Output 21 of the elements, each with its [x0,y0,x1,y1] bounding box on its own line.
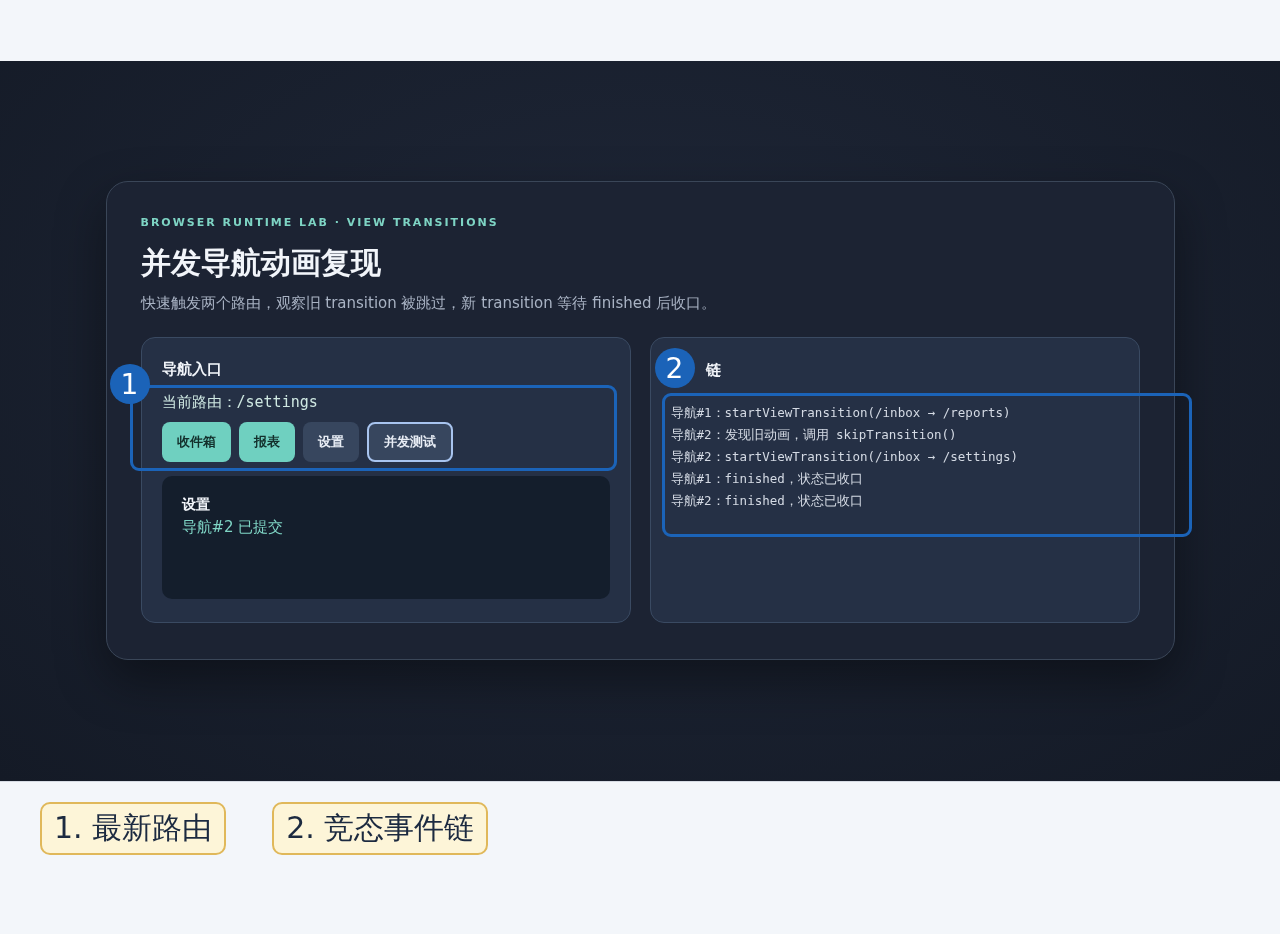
nav-button[interactable]: 报表 [238,422,295,462]
route-value: /settings [236,393,318,411]
panel-title: 导航入口 [161,360,223,379]
nav-button[interactable]: 设置 [302,422,359,462]
annotation-legend: 2. 竞态事件链 [272,802,489,855]
view-title: 设置 [181,496,211,514]
nav-button[interactable]: 并发测试 [366,422,453,462]
log-line: 导航#1：finished，状态已收口 [670,470,864,488]
log-line: 导航#2：finished，状态已收口 [670,492,864,510]
log-line: 导航#2：startViewTransition(/inbox → /settings) [670,448,1020,466]
annotation-number: 1 [109,364,150,404]
eyebrow-label: BROWSER RUNTIME LAB · VIEW TRANSITIONS [140,216,500,229]
route-label: 当前路由： [161,393,237,411]
annotation-legend: 1. 最新路由 [40,802,227,855]
page-title: 并发导航动画复现 [140,244,382,282]
view-status: 导航#2 已提交 [181,518,285,537]
page-subtitle: 快速触发两个路由，观察旧 transition 被跳过，新 transition 等待 finished 后收口。 [140,294,718,313]
panel-title: 链 [705,361,721,380]
log-line: 导航#2：发现旧动画，调用 skipTransition() [670,426,958,444]
log-line: 导航#1：startViewTransition(/inbox → /reports) [670,404,1012,422]
nav-button[interactable]: 收件箱 [161,422,231,462]
